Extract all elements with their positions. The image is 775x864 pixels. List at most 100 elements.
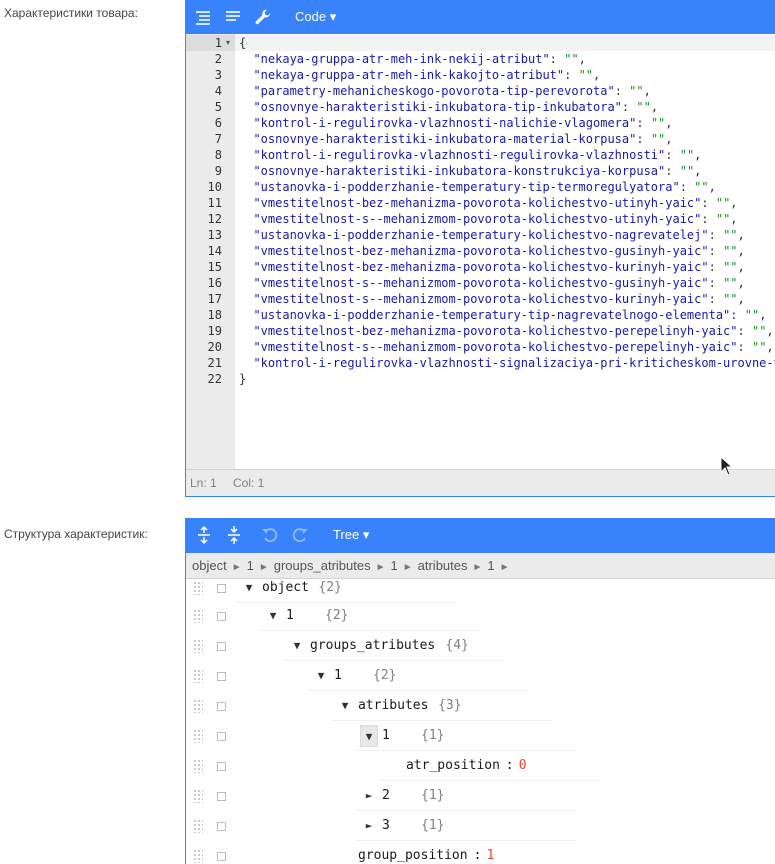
node-field[interactable]: 3 <box>382 818 390 833</box>
characteristics-structure-label: Структура характеристик: <box>4 527 148 541</box>
tree-node-row[interactable]: ▼ atributes {3} <box>186 691 775 721</box>
json-string-value: "" <box>694 180 709 194</box>
tree-node-row[interactable]: ▼ groups_atributes {4} <box>186 631 775 661</box>
collapse-node-icon[interactable]: ▼ <box>240 579 258 599</box>
tree-node-row[interactable]: ► 2 {1} <box>186 781 775 811</box>
breadcrumb-separator-icon: ► <box>472 562 483 573</box>
node-field[interactable]: object <box>262 580 309 595</box>
tree-node-row[interactable]: group_position:1 <box>186 841 775 864</box>
node-child-count: {1} <box>421 818 445 833</box>
json-string-value: "" <box>723 292 738 306</box>
json-string-value: "" <box>751 340 767 354</box>
node-field[interactable]: 1 <box>286 608 294 623</box>
tree-mode-dropdown[interactable]: Tree ▾ <box>333 527 369 543</box>
line-number: 19 <box>207 324 222 338</box>
tree-node-row[interactable]: ► 3 {1} <box>186 811 775 841</box>
redo-icon[interactable] <box>290 525 310 545</box>
json-key: "nekaya-gruppa-atr-meh-ink-nekij-atribut… <box>253 52 550 66</box>
node-number-value[interactable]: 0 <box>519 758 527 773</box>
drag-handle-icon[interactable] <box>193 699 203 713</box>
json-key: "osnovnye-harakteristiki-inkubatora-kons… <box>253 164 666 178</box>
undo-icon[interactable] <box>260 525 280 545</box>
tree-node-row[interactable]: ▼ 1 {2} <box>186 601 775 631</box>
drag-handle-icon[interactable] <box>193 669 203 683</box>
drag-handle-icon[interactable] <box>193 581 203 595</box>
node-separator: : <box>473 848 482 863</box>
json-string-value: "" <box>744 308 760 322</box>
fold-toggle-icon[interactable]: ▾ <box>226 35 234 51</box>
context-menu-icon[interactable] <box>217 672 226 681</box>
node-child-count: {1} <box>421 788 445 803</box>
json-key: "kontrol-i-regulirovka-vlazhnosti-reguli… <box>253 148 666 162</box>
drag-handle-icon[interactable] <box>193 609 203 623</box>
code-mode-dropdown[interactable]: Code ▾ <box>295 9 336 25</box>
tree-node-row[interactable]: atr_position:0 <box>186 751 775 781</box>
collapse-node-icon[interactable]: ▼ <box>264 605 282 627</box>
drag-handle-icon[interactable] <box>193 849 203 863</box>
node-child-count: {2} <box>318 580 342 595</box>
code-line: "vmestitelnost-bez-mehanizma-povorota-ko… <box>253 196 738 210</box>
context-menu-icon[interactable] <box>217 822 226 831</box>
breadcrumb-item[interactable]: 1 <box>487 558 494 573</box>
json-string-value: "" <box>650 116 666 130</box>
collapse-node-icon[interactable]: ▼ <box>360 725 378 747</box>
breadcrumb-item[interactable]: groups_atributes <box>274 558 371 573</box>
node-child-count: {2} <box>373 668 397 683</box>
drag-handle-icon[interactable] <box>193 789 203 803</box>
product-characteristics-label: Характеристики товара: <box>4 6 138 20</box>
json-string-value: "" <box>629 84 644 98</box>
context-menu-icon[interactable] <box>217 612 226 621</box>
tree-node-row[interactable]: ▼ object {2} <box>186 579 775 603</box>
code-line: "vmestitelnost-bez-mehanizma-povorota-ko… <box>253 260 745 274</box>
wrench-icon[interactable] <box>253 7 273 27</box>
context-menu-icon[interactable] <box>217 584 226 593</box>
collapse-node-icon[interactable]: ▼ <box>288 635 306 657</box>
expand-all-icon[interactable] <box>194 525 214 545</box>
tree-node-row[interactable]: ▼ 1 {1} <box>186 721 775 751</box>
node-number-value[interactable]: 1 <box>487 848 495 863</box>
breadcrumb-item[interactable]: 1 <box>391 558 398 573</box>
line-number: 15 <box>207 260 222 274</box>
code-line: "kontrol-i-regulirovka-vlazhnosti-signal… <box>239 355 775 371</box>
drag-handle-icon[interactable] <box>193 819 203 833</box>
expand-node-icon[interactable]: ► <box>360 815 378 837</box>
context-menu-icon[interactable] <box>217 852 226 861</box>
tree-node-row[interactable]: ▼ 1 {2} <box>186 661 775 691</box>
json-string-value: "" <box>578 68 594 82</box>
breadcrumb-item[interactable]: object <box>192 558 227 573</box>
breadcrumb-item[interactable]: 1 <box>247 558 254 573</box>
line-number: 17 <box>207 292 222 306</box>
context-menu-icon[interactable] <box>217 792 226 801</box>
breadcrumb-item[interactable]: atributes <box>418 558 468 573</box>
collapse-node-icon[interactable]: ▼ <box>336 695 354 717</box>
node-field[interactable]: 2 <box>382 788 390 803</box>
collapse-node-icon[interactable]: ▼ <box>312 665 330 687</box>
format-json-icon[interactable] <box>193 7 213 27</box>
drag-handle-icon[interactable] <box>193 729 203 743</box>
breadcrumb-separator-icon: ► <box>258 562 269 573</box>
json-string-value: "" <box>650 132 666 146</box>
context-menu-icon[interactable] <box>217 762 226 771</box>
collapse-all-icon[interactable] <box>224 525 244 545</box>
drag-handle-icon[interactable] <box>193 639 203 653</box>
code-line: "osnovnye-harakteristiki-inkubatora-kons… <box>253 164 702 178</box>
node-field[interactable]: 1 <box>334 668 342 683</box>
context-menu-icon[interactable] <box>217 732 226 741</box>
code-area[interactable]: 1 ▾ 2 3 4 5 6 7 8 9 10 11 12 13 14 15 16 17 18 19 20 21 22 { "… <box>186 34 775 470</box>
line-number: 18 <box>207 308 222 322</box>
node-field[interactable]: atr_position <box>406 758 500 773</box>
node-field[interactable]: groups_atributes <box>310 638 435 653</box>
compact-json-icon[interactable] <box>223 7 243 27</box>
json-key: "kontrol-i-regulirovka-vlazhnosti-nalich… <box>253 116 637 130</box>
node-field[interactable]: 1 <box>382 728 390 743</box>
line-number: 14 <box>207 244 222 258</box>
node-field[interactable]: group_position <box>358 848 468 863</box>
code-line: "vmestitelnost-s--mehanizmom-povorota-ko… <box>253 340 774 354</box>
json-string-value: "" <box>679 164 695 178</box>
context-menu-icon[interactable] <box>217 702 226 711</box>
context-menu-icon[interactable] <box>217 642 226 651</box>
drag-handle-icon[interactable] <box>193 759 203 773</box>
line-number: 11 <box>207 196 222 210</box>
node-field[interactable]: atributes <box>358 698 428 713</box>
expand-node-icon[interactable]: ► <box>360 785 378 807</box>
